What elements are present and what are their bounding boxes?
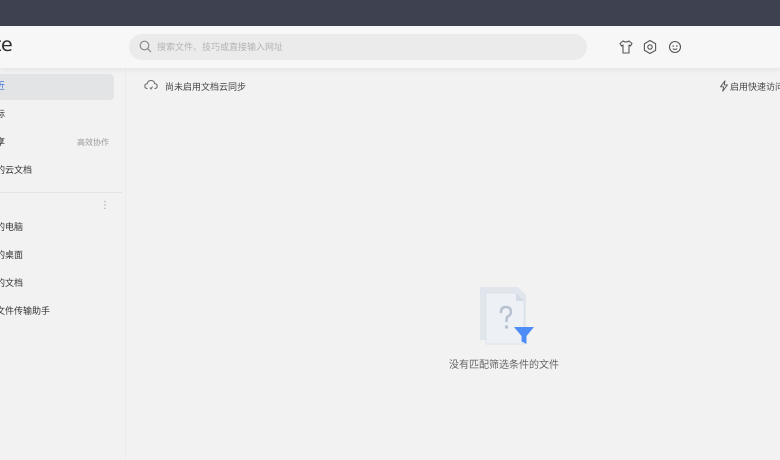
sidebar-item-label: 标 xyxy=(0,110,6,120)
sync-text: 尚未启用文档云同步 xyxy=(165,83,247,93)
sidebar-item-label: 的桌面 xyxy=(0,251,24,261)
sidebar-item-label: 的文档 xyxy=(0,279,24,289)
sidebar-item-label: 享 xyxy=(0,138,6,148)
search-box[interactable] xyxy=(129,34,587,62)
empty-state-message: 没有匹配筛选条件的文件 xyxy=(449,360,559,371)
app-logo: te xyxy=(0,34,13,56)
quick-access-label: 启用快速访问 xyxy=(730,83,780,93)
sidebar-item-label: 文件传输助手 xyxy=(0,307,51,317)
sidebar-item-my-computer[interactable]: 的电脑 xyxy=(0,215,114,241)
sidebar-item-documents[interactable]: 的文档 xyxy=(0,271,114,297)
sidebar-item-label: 的电脑 xyxy=(0,223,24,233)
settings-icon[interactable] xyxy=(642,39,658,55)
sidebar: 近 标 享 高效协作 的云文档 ⋮ 的电脑 的桌面 的文档 文件传输助手 xyxy=(0,68,126,460)
top-header: te xyxy=(0,26,780,68)
sidebar-item-recent[interactable]: 近 xyxy=(0,74,114,100)
sidebar-item-label: 的云文档 xyxy=(0,166,33,176)
search-icon xyxy=(139,40,152,53)
feedback-icon[interactable] xyxy=(667,39,683,55)
sidebar-item-label: 近 xyxy=(0,82,6,92)
empty-state-illustration-icon xyxy=(480,287,534,345)
sidebar-item-cloud-docs[interactable]: 的云文档 xyxy=(0,158,114,184)
sidebar-divider xyxy=(0,192,122,193)
search-input[interactable] xyxy=(155,34,579,62)
sidebar-item-starred[interactable]: 标 xyxy=(0,102,114,128)
cloud-icon xyxy=(144,79,158,90)
skin-icon[interactable] xyxy=(618,39,634,55)
lightning-icon xyxy=(720,80,728,92)
sidebar-item-file-transfer[interactable]: 文件传输助手 xyxy=(0,299,114,325)
sidebar-item-shared[interactable]: 享 高效协作 xyxy=(0,130,114,156)
more-icon[interactable]: ⋮ xyxy=(100,201,110,213)
collab-badge: 高效协作 xyxy=(77,138,109,147)
sidebar-item-desktop[interactable]: 的桌面 xyxy=(0,243,114,269)
window-titlebar xyxy=(0,0,780,26)
